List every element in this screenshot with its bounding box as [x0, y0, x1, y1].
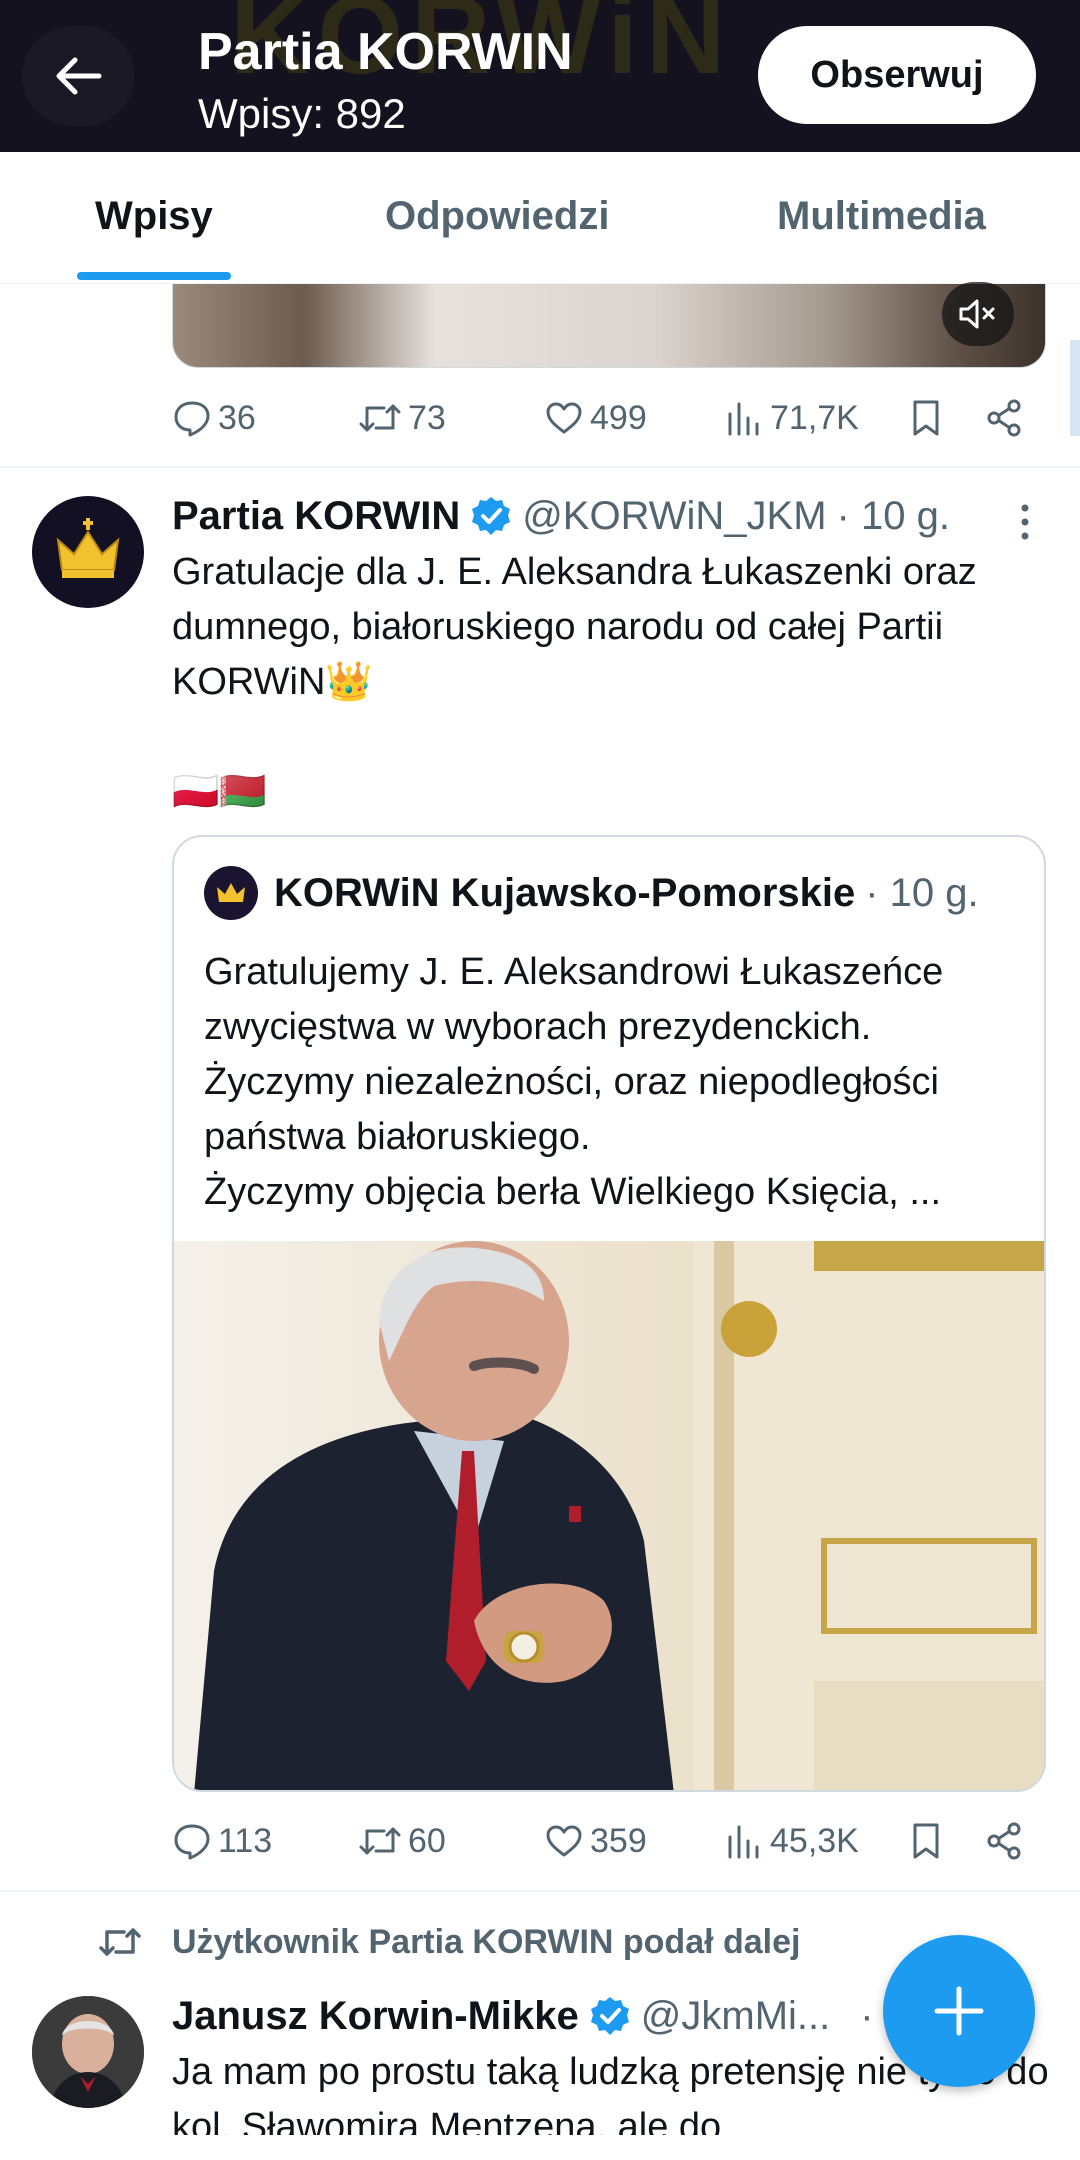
profile-title: Partia KORWIN — [198, 23, 573, 81]
author-handle[interactable]: @KORWiN_JKM — [522, 494, 826, 539]
tweet-divider — [0, 466, 1080, 468]
reply-icon — [174, 401, 210, 437]
profile-header: KORWiN Partia KORWIN Wpisy: 892 Obserwuj — [0, 0, 1080, 152]
reply-count: 113 — [218, 1821, 273, 1860]
heart-icon — [546, 402, 582, 434]
volume-muted-icon — [959, 299, 995, 329]
views-icon — [728, 1825, 759, 1859]
views-count: 71,7K — [770, 398, 859, 437]
quote-text-line: Życzymy niezależności, oraz niepodległoś… — [204, 1061, 939, 1158]
scrollbar[interactable] — [1070, 340, 1080, 436]
tweet-actions: 113 60 359 45,3K — [172, 1813, 1032, 1869]
avatar[interactable] — [32, 1996, 144, 2108]
repost-icon — [99, 1928, 141, 1956]
like-button[interactable]: 359 — [544, 1813, 647, 1869]
previous-tweet-video[interactable] — [172, 284, 1046, 368]
active-tab-indicator — [77, 272, 231, 280]
views-count: 45,3K — [770, 1821, 859, 1860]
share-icon — [987, 1822, 1021, 1860]
plus-icon — [934, 1986, 984, 2036]
repost-count: 73 — [408, 398, 446, 437]
post-count: Wpisy: 892 — [198, 90, 406, 137]
photo-image — [174, 1241, 1044, 1790]
bookmark-button[interactable] — [908, 1813, 950, 1869]
follow-button[interactable]: Obserwuj — [758, 26, 1036, 124]
profile-tabs: Wpisy Odpowiedzi Multimedia — [0, 152, 1080, 284]
avatar-image — [32, 1996, 144, 2108]
reply-count: 36 — [218, 398, 256, 437]
quote-photo[interactable] — [174, 1241, 1044, 1790]
tweet-text: Gratulacje dla J. E. Aleksandra Łukaszen… — [172, 551, 977, 703]
quote-text-line: Życzymy objęcia berła Wielkiego Księcia,… — [204, 1171, 942, 1213]
tweet-author-row: Janusz Korwin-Mikke @JkmMi... · — [172, 1986, 874, 2046]
repost-icon — [359, 1827, 401, 1855]
like-count: 499 — [590, 398, 647, 437]
verified-badge-icon — [472, 497, 511, 535]
quote-author-row: KORWiN Kujawsko-Pomorskie · 10 g. — [204, 865, 979, 921]
reply-button[interactable]: 36 — [172, 390, 256, 446]
share-button[interactable] — [984, 390, 1030, 446]
tab-replies[interactable]: Odpowiedzi — [385, 194, 609, 239]
avatar[interactable] — [32, 496, 144, 608]
tweet-author-row: Partia KORWIN @KORWiN_JKM · 10 g. — [172, 486, 950, 546]
views-button[interactable]: 71,7K — [724, 390, 859, 446]
more-options-button[interactable] — [1010, 500, 1040, 544]
tweet-time[interactable]: · — [860, 1994, 873, 2039]
quote-author-name: KORWiN Kujawsko-Pomorskie — [274, 870, 856, 915]
tab-media[interactable]: Multimedia — [777, 194, 986, 239]
arrow-left-icon — [56, 57, 102, 95]
author-name[interactable]: Partia KORWIN — [172, 494, 460, 539]
tweet-time[interactable]: · 10 g. — [837, 494, 950, 539]
more-vertical-icon — [1021, 504, 1029, 540]
compose-button[interactable] — [883, 1935, 1035, 2087]
crown-icon — [56, 518, 120, 578]
repost-button[interactable]: 60 — [358, 1813, 446, 1869]
back-button[interactable] — [22, 26, 134, 126]
crown-icon — [217, 883, 245, 902]
quote-avatar — [204, 866, 258, 920]
retweet-label[interactable]: Użytkownik Partia KORWIN podał dalej — [172, 1923, 801, 1962]
bookmark-icon — [913, 400, 939, 436]
repost-button[interactable]: 73 — [358, 390, 446, 446]
quote-tweet[interactable]: KORWiN Kujawsko-Pomorskie · 10 g. Gratul… — [172, 835, 1046, 1792]
repost-icon — [359, 404, 401, 432]
quote-time: · 10 g. — [865, 870, 979, 915]
like-count: 359 — [590, 1821, 647, 1860]
author-handle[interactable]: @JkmMi... — [641, 1994, 830, 2039]
views-icon — [728, 402, 759, 436]
tweet-divider — [0, 1890, 1080, 1892]
tab-posts[interactable]: Wpisy — [95, 194, 213, 239]
previous-tweet-actions: 36 73 499 71,7K — [172, 390, 1032, 446]
author-name[interactable]: Janusz Korwin-Mikke — [172, 1994, 579, 2039]
reply-icon — [174, 1824, 210, 1860]
bookmark-icon — [913, 1823, 939, 1859]
repost-count: 60 — [408, 1821, 446, 1860]
verified-badge-icon — [590, 1997, 629, 2035]
views-button[interactable]: 45,3K — [724, 1813, 859, 1869]
retweet-indicator: Użytkownik Partia KORWIN podał dalej — [98, 1917, 801, 1967]
tweet-flags: 🇵🇱🇧🇾 — [172, 771, 267, 813]
heart-icon — [546, 1825, 582, 1857]
share-icon — [987, 399, 1021, 437]
share-button[interactable] — [984, 1813, 1030, 1869]
quote-text-line: Gratulujemy J. E. Aleksandrowi Łukaszeńc… — [204, 951, 944, 1048]
reply-button[interactable]: 113 — [172, 1813, 272, 1869]
quote-text: Gratulujemy J. E. Aleksandrowi Łukaszeńc… — [204, 945, 1034, 1220]
mute-button[interactable] — [942, 282, 1014, 346]
bookmark-button[interactable] — [908, 390, 950, 446]
like-button[interactable]: 499 — [544, 390, 647, 446]
